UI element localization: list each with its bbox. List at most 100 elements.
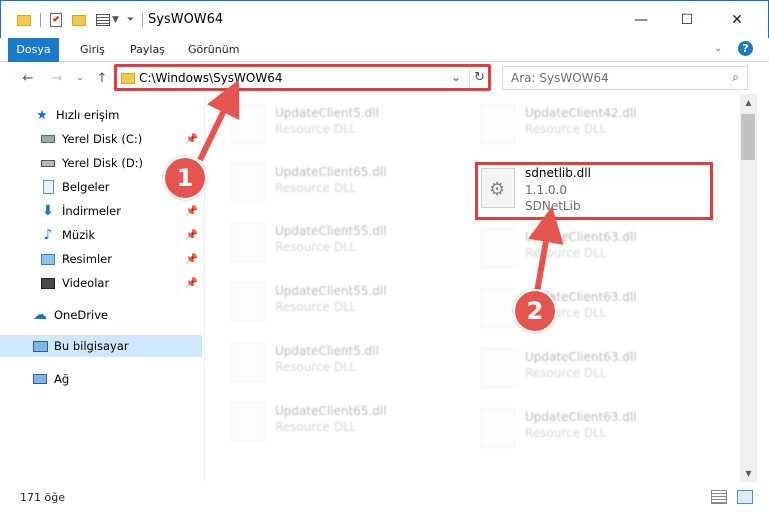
sidebar-item-disk-c[interactable]: Yerel Disk (C:) 📌 xyxy=(40,128,202,150)
minimize-button[interactable]: — xyxy=(618,1,664,39)
file-name: UpdateClient63.dll xyxy=(525,410,637,424)
arrow-up-icon: ↑ xyxy=(96,70,108,86)
vertical-scrollbar[interactable]: ▲ ▼ xyxy=(740,94,757,482)
sidebar-item-onedrive[interactable]: ☁ OneDrive xyxy=(32,304,202,326)
scroll-thumb[interactable] xyxy=(741,114,755,160)
details-view-icon[interactable] xyxy=(711,490,727,504)
sidebar-item-label: İndirmeler xyxy=(62,204,121,218)
recent-locations-button[interactable]: ⌄ xyxy=(70,68,90,88)
pin-icon[interactable]: 📌 xyxy=(186,134,198,145)
dll-file-icon xyxy=(481,228,515,268)
up-button[interactable]: ↑ xyxy=(92,68,112,88)
maximize-button[interactable]: ☐ xyxy=(664,1,710,39)
status-bar: 171 öğe xyxy=(0,482,769,526)
file-list[interactable]: UpdateClient5.dll Resource DLL UpdateCli… xyxy=(205,94,740,482)
list-item[interactable]: UpdateClient63.dll Resource DLL xyxy=(481,344,731,392)
sidebar-item-quick-access[interactable]: ★ Hızlı erişim xyxy=(34,104,202,126)
documents-icon xyxy=(40,179,56,195)
sidebar-item-videos[interactable]: Videolar 📌 xyxy=(40,272,202,294)
list-item[interactable]: UpdateClient5.dll Resource DLL xyxy=(231,100,481,148)
sidebar-item-network[interactable]: Ağ xyxy=(32,368,202,390)
address-row: ← → ⌄ ↑ C:\Windows\SysWOW64 ⌄ ↻ Ara: Sys… xyxy=(0,62,769,94)
back-button[interactable]: ← xyxy=(18,68,38,88)
tab-home[interactable]: Giriş xyxy=(70,38,115,62)
pin-icon[interactable]: 📌 xyxy=(186,254,198,265)
chevron-down-icon[interactable]: ▼ xyxy=(112,15,119,25)
drive-icon xyxy=(40,155,56,171)
expand-ribbon-icon[interactable]: ⌄ xyxy=(714,43,722,54)
arrow-left-icon: ← xyxy=(22,70,34,86)
list-item[interactable]: UpdateClient65.dll Resource DLL xyxy=(231,398,481,446)
dll-file-icon xyxy=(231,282,265,322)
ribbon: Dosya Giriş Paylaş Görünüm ⌄ ? xyxy=(0,38,769,86)
list-item[interactable]: UpdateClient55.dll Resource DLL xyxy=(231,218,481,266)
dll-file-icon xyxy=(231,163,265,203)
file-type: Resource DLL xyxy=(275,181,357,195)
dll-file-icon xyxy=(481,104,515,144)
file-name: UpdateClient5.dll xyxy=(275,106,379,120)
tab-share[interactable]: Paylaş xyxy=(120,38,175,62)
dll-file-icon xyxy=(231,104,265,144)
customize-toolbar-icon[interactable]: ⏷ xyxy=(127,15,134,25)
sidebar-item-music[interactable]: ♪ Müzik 📌 xyxy=(40,224,202,246)
pin-icon[interactable]: 📌 xyxy=(186,230,198,241)
new-folder-icon[interactable] xyxy=(72,14,86,26)
download-icon: ⬇ xyxy=(42,203,54,219)
sidebar-item-label: Yerel Disk (C:) xyxy=(62,132,143,146)
list-item[interactable]: UpdateClient63.dll Resource DLL xyxy=(481,404,731,452)
arrow-right-icon: → xyxy=(51,70,63,86)
sidebar-item-label: Müzik xyxy=(62,228,96,242)
help-icon[interactable]: ? xyxy=(738,41,753,56)
list-item[interactable]: UpdateClient42.dll Resource DLL xyxy=(481,100,731,148)
dll-file-icon xyxy=(481,348,515,388)
list-item[interactable]: UpdateClient55.dll Resource DLL xyxy=(231,278,481,326)
separator xyxy=(40,13,41,27)
sidebar-item-label: Belgeler xyxy=(62,180,110,194)
sidebar-item-this-pc[interactable]: Bu bilgisayar xyxy=(0,335,202,357)
search-input[interactable]: Ara: SysWOW64 ⌕ xyxy=(502,66,748,90)
file-type: Resource DLL xyxy=(275,240,357,254)
pin-icon[interactable]: 📌 xyxy=(186,278,198,289)
pin-icon[interactable]: 📌 xyxy=(186,206,198,217)
sidebar-item-downloads[interactable]: ⬇ İndirmeler 📌 xyxy=(40,200,202,222)
file-type: Resource DLL xyxy=(525,426,607,440)
properties-icon[interactable] xyxy=(50,13,62,27)
view-options-icon[interactable] xyxy=(96,14,110,26)
star-icon: ★ xyxy=(36,107,48,123)
videos-icon xyxy=(40,275,56,291)
large-icons-view-icon[interactable] xyxy=(737,490,753,504)
sidebar-item-label: OneDrive xyxy=(54,308,109,322)
forward-button[interactable]: → xyxy=(47,68,67,88)
dll-file-icon xyxy=(231,342,265,382)
sidebar-item-pictures[interactable]: Resimler 📌 xyxy=(40,248,202,270)
network-icon xyxy=(32,371,48,387)
item-count: 171 öğe xyxy=(20,491,65,504)
search-icon: ⌕ xyxy=(732,70,739,84)
close-button[interactable]: ✕ xyxy=(714,1,760,39)
file-name: UpdateClient55.dll xyxy=(275,224,387,238)
scroll-up-icon[interactable]: ▲ xyxy=(740,94,757,111)
sidebar-item-label: Hızlı erişim xyxy=(56,108,120,122)
dll-file-icon xyxy=(481,288,515,328)
list-item[interactable]: UpdateClient5.dll Resource DLL xyxy=(231,338,481,386)
address-highlight-box xyxy=(114,64,491,91)
file-name: UpdateClient65.dll xyxy=(275,165,387,179)
pictures-icon xyxy=(40,251,56,267)
scroll-down-icon[interactable]: ▼ xyxy=(740,465,757,482)
drive-icon xyxy=(40,131,56,147)
list-item[interactable]: UpdateClient65.dll Resource DLL xyxy=(231,159,481,207)
title-bar: ▼ ⏷ SysWOW64 — ☐ ✕ xyxy=(0,0,769,38)
file-name: UpdateClient63.dll xyxy=(525,230,637,244)
cloud-icon: ☁ xyxy=(33,307,47,323)
folder-icon[interactable] xyxy=(17,14,31,26)
file-type: Resource DLL xyxy=(525,366,607,380)
file-name: UpdateClient42.dll xyxy=(525,106,637,120)
search-placeholder: Ara: SysWOW64 xyxy=(511,71,609,85)
music-icon: ♪ xyxy=(43,227,53,243)
sidebar-item-label: Resimler xyxy=(62,252,112,266)
file-name: UpdateClient63.dll xyxy=(525,350,637,364)
quick-access-toolbar: ▼ ⏷ xyxy=(17,10,144,30)
list-item[interactable]: UpdateClient63.dll Resource DLL xyxy=(481,224,731,272)
file-type: Resource DLL xyxy=(525,122,607,136)
tab-view[interactable]: Görünüm xyxy=(178,38,249,62)
